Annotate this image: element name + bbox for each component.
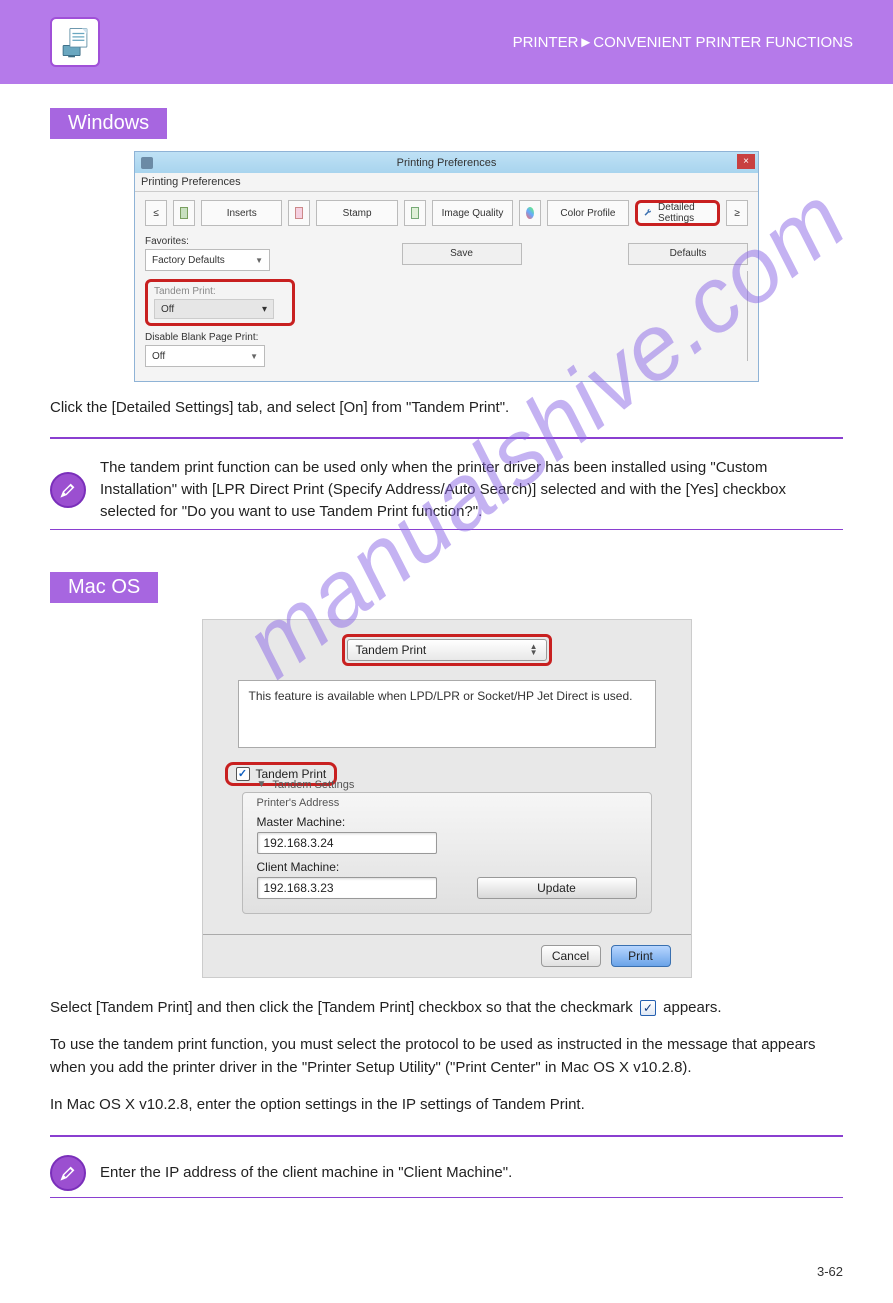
close-icon[interactable]: × [737, 154, 755, 169]
tab-scroll-left[interactable]: ≤ [145, 200, 167, 226]
tandem-checkbox[interactable]: ✓ [236, 767, 250, 781]
chevron-down-icon: ▼ [250, 352, 258, 361]
tab-toolbar: ≤ Inserts Stamp Image Quality Color Prof… [145, 200, 748, 226]
tab-detailed-settings[interactable]: Detailed Settings [635, 200, 720, 226]
tandem-print-row: Tandem Print: Off ▾ [145, 279, 295, 326]
blank-select[interactable]: Off ▼ [145, 345, 265, 367]
tab-prev-icon[interactable] [173, 200, 195, 226]
settings-lower: Tandem Print: Off ▾ Disable Blank Page P… [145, 271, 748, 367]
dialog-title: Printing Preferences [397, 157, 497, 169]
windows-note: The tandem print function can be used on… [100, 457, 843, 522]
mac-note: Enter the IP address of the client machi… [100, 1162, 512, 1184]
chevron-down-icon: ▼ [257, 779, 267, 790]
breadcrumb: PRINTER►CONVENIENT PRINTER FUNCTIONS [100, 34, 893, 51]
separator [50, 437, 843, 439]
separator [50, 1135, 843, 1137]
tab-scroll-right[interactable]: ≥ [726, 200, 748, 226]
chevron-down-icon: ▼ [255, 256, 263, 265]
favorites-row: Favorites: Factory Defaults ▼ Save Defau… [145, 236, 748, 271]
cancel-button[interactable]: Cancel [541, 945, 601, 967]
windows-note-row: The tandem print function can be used on… [50, 457, 843, 522]
page-content: Windows Printing Preferences × Printing … [0, 84, 893, 1256]
windows-dialog: Printing Preferences × Printing Preferen… [134, 151, 759, 382]
tandem-label: Tandem Print: [154, 286, 286, 297]
windows-badge: Windows [50, 108, 167, 139]
palette-icon [526, 207, 534, 219]
mac-instruction-1: Select [Tandem Print] and then click the… [50, 996, 843, 1019]
defaults-button[interactable]: Defaults [628, 243, 748, 265]
printer-tiny-icon [141, 157, 153, 169]
master-input[interactable]: 192.168.3.24 [257, 832, 437, 854]
divider [747, 271, 748, 361]
tab-inserts[interactable]: Inserts [201, 200, 282, 226]
dialog-subtab[interactable]: Printing Preferences [135, 173, 758, 192]
pencil-icon [50, 1155, 86, 1191]
separator [50, 1197, 843, 1198]
image-quality-icon [411, 207, 419, 219]
blank-label: Disable Blank Page Print: [145, 332, 295, 343]
address-heading: Printer's Address [257, 797, 637, 809]
checkmark-icon: ✓ [640, 1000, 656, 1016]
page-icon [180, 207, 188, 219]
chevron-down-icon: ▾ [262, 304, 267, 315]
dialog-titlebar: Printing Preferences × [135, 152, 758, 173]
tab-iq-icon [404, 200, 426, 226]
client-label: Client Machine: [257, 860, 437, 874]
tab-stamp[interactable]: Stamp [316, 200, 397, 226]
page-header: PRINTER►CONVENIENT PRINTER FUNCTIONS [0, 0, 893, 84]
monitor-doc-icon [58, 25, 92, 59]
stamp-icon [295, 207, 303, 219]
save-button[interactable]: Save [402, 243, 522, 265]
master-label: Master Machine: [257, 815, 637, 829]
tab-color-profile[interactable]: Color Profile [547, 200, 628, 226]
updown-icon: ▲▼ [530, 644, 538, 656]
dialog-separator [203, 934, 691, 935]
tandem-select[interactable]: Off ▾ [154, 299, 274, 319]
favorites-select[interactable]: Factory Defaults ▼ [145, 249, 270, 271]
separator [50, 529, 843, 530]
mac-instruction-3: In Mac OS X v10.2.8, enter the option se… [50, 1093, 843, 1116]
tandem-settings-group: ▼ Tandem Settings Printer's Address Mast… [242, 792, 652, 914]
tab-cp-icon [519, 200, 541, 226]
mac-note-row: Enter the IP address of the client machi… [50, 1155, 843, 1191]
tab-stamp-icon [288, 200, 310, 226]
tab-image-quality[interactable]: Image Quality [432, 200, 513, 226]
wrench-icon [644, 207, 652, 219]
tandem-popup[interactable]: Tandem Print ▲▼ [347, 639, 547, 661]
section-icon [50, 17, 100, 67]
dialog-footer: Cancel Print [217, 945, 677, 967]
group-header[interactable]: ▼ Tandem Settings [257, 779, 637, 791]
mac-dialog: Tandem Print ▲▼ This feature is availabl… [202, 619, 692, 978]
pencil-icon [50, 472, 86, 508]
update-button[interactable]: Update [477, 877, 637, 899]
print-button[interactable]: Print [611, 945, 671, 967]
favorites-label: Favorites: [145, 236, 295, 247]
popup-highlight: Tandem Print ▲▼ [342, 634, 552, 666]
help-text: This feature is available when LPD/LPR o… [238, 680, 656, 748]
client-input[interactable]: 192.168.3.23 [257, 877, 437, 899]
mac-badge: Mac OS [50, 572, 158, 603]
dialog-body: ≤ Inserts Stamp Image Quality Color Prof… [135, 192, 758, 381]
windows-instruction: Click the [Detailed Settings] tab, and s… [50, 396, 843, 419]
mac-instruction-2: To use the tandem print function, you mu… [50, 1033, 843, 1080]
